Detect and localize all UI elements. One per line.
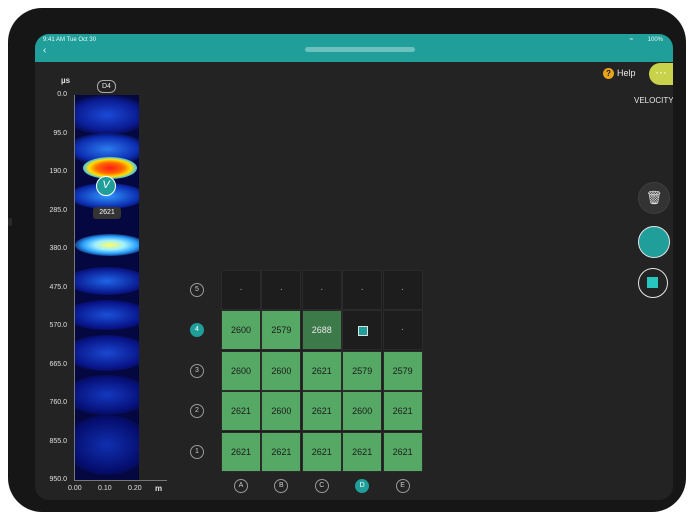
grid-cell[interactable]: 2621 [342,431,383,472]
row-label[interactable]: 1 [190,444,204,459]
y-tick-label: 95.0 [53,129,67,137]
grid-cell[interactable]: 2621 [221,431,261,472]
stop-icon [647,277,658,288]
row-label[interactable]: 2 [190,404,204,419]
y-axis-unit: µs [61,76,71,85]
y-tick-label: 475.0 [49,283,67,291]
grid-cell[interactable]: · [261,270,302,310]
y-tick-label: 665.0 [49,360,67,368]
y-tick-label: 760.0 [49,399,67,406]
scan-band [75,335,139,371]
x-axis-unit: m [155,484,163,493]
grid-cell[interactable]: 2621 [382,431,423,472]
more-button[interactable]: ··· [649,63,673,85]
grid-cell[interactable]: 2579 [261,310,302,351]
row-label[interactable]: 3 [190,363,204,378]
stop-button[interactable] [638,268,668,298]
question-icon: ? [603,67,614,79]
scan-band [75,95,139,135]
x-tick-label: 0.20 [128,485,142,492]
grid-cell[interactable]: · [301,270,342,310]
current-cell-icon [358,326,369,337]
row-label[interactable]: 4 [190,323,204,338]
grid-cell[interactable]: 2600 [342,391,383,432]
y-tick-label: 570.0 [49,322,67,329]
scan-band-hot [75,234,139,256]
grid-cell[interactable]: · [221,270,261,310]
grid-cell[interactable]: 2621 [301,431,342,472]
grid-cell[interactable]: 2600 [261,391,302,432]
grid-cell[interactable]: · [382,310,423,351]
grid-cell[interactable]: 2579 [382,350,423,391]
grid-cell[interactable]: 2621 [301,391,342,432]
grid-cell[interactable]: 2688 [301,310,342,351]
column-label[interactable]: A [234,479,248,493]
app-screen: 9:41 AM Tue Oct 30 ≈ 100% ‹ ? Help ··· V… [35,34,673,500]
help-button[interactable]: ? Help [603,66,636,80]
scan-tag: D4 [97,80,116,93]
velocity-marker[interactable]: V [96,176,116,196]
y-tick-label: 950.0 [49,476,67,483]
x-tick-label: 0.00 [68,485,82,492]
mode-label: VELOCITY [634,96,673,105]
column-label[interactable]: E [395,479,410,493]
ipad-frame: 9:41 AM Tue Oct 30 ≈ 100% ‹ ? Help ··· V… [8,8,686,512]
scan-image[interactable] [75,95,139,480]
y-tick-label: 190.0 [49,168,67,175]
wifi-icon: ≈ [629,37,633,43]
scan-band [75,415,139,475]
y-axis-line [74,95,75,481]
nav-title-placeholder [305,47,415,52]
column-label[interactable]: B [274,479,289,493]
x-axis-line [74,480,167,481]
grid-cell[interactable]: 2621 [261,431,302,472]
top-bar: 9:41 AM Tue Oct 30 ≈ 100% ‹ [35,34,673,62]
grid-cell[interactable]: 2600 [221,350,261,391]
row-label[interactable]: 5 [190,283,204,297]
y-tick-label: 380.0 [49,245,67,252]
side-button [8,218,12,226]
grid-cell[interactable]: 2621 [301,350,342,391]
grid-cell[interactable]: 2579 [342,350,383,391]
grid-cell-current[interactable] [342,310,383,351]
marker-symbol: V [102,179,110,191]
y-tick-label: 0.0 [57,91,67,98]
y-tick-label: 855.0 [49,437,67,445]
velocity-grid: · · · · · 2600 2579 2688 · 2600 2600 2621 2579 2579 26… [221,270,423,472]
grid-cell[interactable]: · [382,270,423,310]
status-time: 9:41 AM Tue Oct 30 [43,37,97,43]
scan-band [75,375,139,415]
column-label[interactable]: C [314,479,329,493]
battery-label: 100% [647,37,663,43]
scan-band [75,300,139,330]
delete-button[interactable]: 🗑 [638,182,670,214]
y-tick-label: 285.0 [49,206,67,214]
scan-band-hot [83,157,137,179]
grid-cell[interactable]: 2600 [221,310,261,351]
record-button[interactable] [638,226,670,258]
marker-value: 2621 [93,207,121,219]
grid-cell[interactable]: 2621 [221,391,261,432]
trash-icon: 🗑 [645,190,663,205]
grid-cell[interactable]: 2621 [382,391,423,432]
chevron-left-icon[interactable]: ‹ [43,46,46,56]
ellipsis-icon: ··· [655,65,667,79]
grid-cell[interactable]: 2600 [261,350,302,391]
help-label: Help [617,68,636,78]
grid-cell[interactable]: · [342,270,383,310]
x-tick-label: 0.10 [98,485,112,492]
column-label[interactable]: D [355,479,370,493]
scan-band [75,267,139,295]
